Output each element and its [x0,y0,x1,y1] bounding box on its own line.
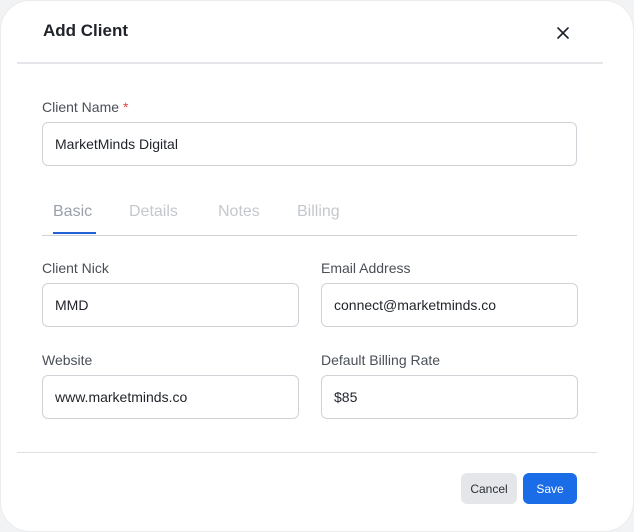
active-tab-indicator [53,232,96,234]
required-marker: * [123,99,129,115]
close-button[interactable] [553,23,573,43]
client-nick-label: Client Nick [42,260,109,276]
client-name-label-text: Client Name [42,99,120,115]
client-tabs: Basic Details Notes Billing [42,197,577,236]
cancel-button[interactable]: Cancel [461,473,517,504]
email-field[interactable] [321,283,578,327]
tab-basic[interactable]: Basic [53,201,92,223]
save-button[interactable]: Save [523,473,577,504]
close-icon [557,27,569,39]
website-input[interactable] [42,375,299,419]
email-label: Email Address [321,260,411,276]
tab-billing[interactable]: Billing [297,201,340,223]
footer-divider [17,452,597,453]
client-nick-input[interactable] [42,283,299,327]
tab-details[interactable]: Details [129,201,178,223]
billing-rate-label: Default Billing Rate [321,352,441,368]
client-name-input[interactable] [42,122,577,166]
client-name-label: Client Name * [42,98,128,116]
dialog-title: Add Client [43,21,128,40]
header-divider [17,62,603,64]
website-label: Website [42,352,93,368]
add-client-dialog: Add Client Client Name* Basic Details No… [0,0,634,532]
tab-notes[interactable]: Notes [218,201,260,223]
billing-rate-input[interactable] [321,375,578,419]
